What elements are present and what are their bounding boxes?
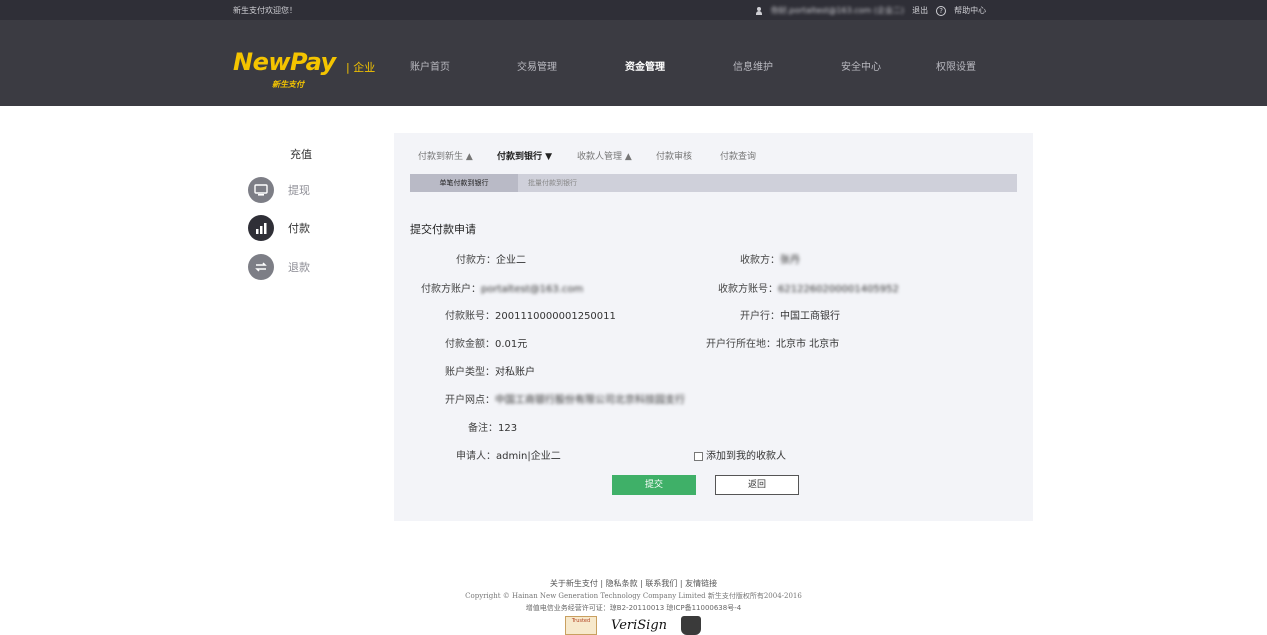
sidebar-item-label: 付款 (288, 222, 310, 235)
nav-funds[interactable]: 资金管理 (625, 58, 665, 73)
footer-license: 增值电信业务经营许可证：琼B2-20110013 琼ICP备11000638号-… (525, 604, 742, 612)
branch-value: 中国工商银行股份有限公司北京科技园支行 (495, 395, 685, 406)
police-shield-icon[interactable] (681, 616, 702, 635)
tab-pay-to-bank[interactable]: 付款到银行 ▼ (497, 149, 552, 162)
account-type-label: 账户类型： (445, 367, 495, 378)
amount-row: 付款金额：0.01元 (445, 335, 527, 350)
amount-label: 付款金额： (445, 339, 495, 350)
payee-account-value: 6212260200001405952 (778, 284, 899, 295)
footer-badges: Trusted VeriSign (565, 616, 702, 635)
sidebar-item-withdraw[interactable]: 提现 (248, 177, 310, 203)
nav-account-home[interactable]: 账户首页 (410, 58, 450, 73)
applicant-value: admin|企业二 (496, 451, 561, 462)
user-greeting: 你好,portaltest@163.com (企业二) (771, 6, 905, 15)
sidebar-item-label: 退款 (288, 261, 310, 274)
logo-subtitle: 新生支付 (272, 80, 304, 89)
payee-value: 张丹 (780, 255, 800, 266)
main-header: NewPay 新生支付 | 企业 账户首页 交易管理 资金管理 信息维护 安全中… (0, 20, 1267, 106)
subtab-batch-payment[interactable]: 批量付款到银行 (528, 174, 577, 192)
pay-account-value: 2001110000001250011 (495, 311, 616, 322)
payee-label: 收款方： (740, 255, 780, 266)
refund-icon (248, 254, 274, 280)
tab-payment-query[interactable]: 付款查询 (720, 149, 756, 162)
payer-label: 付款方： (456, 255, 496, 266)
nav-security[interactable]: 安全中心 (841, 58, 881, 73)
bank-location-row: 开户行所在地：北京市 北京市 (706, 335, 839, 350)
nav-permissions[interactable]: 权限设置 (936, 58, 976, 73)
payee-account-row: 收款方账号：6212260200001405952 (718, 280, 899, 295)
bank-location-label: 开户行所在地： (706, 339, 776, 350)
remark-label: 备注： (468, 423, 498, 434)
welcome-text: 新生支付欢迎您！ (233, 6, 297, 15)
withdraw-icon (248, 177, 274, 203)
user-icon (755, 6, 763, 15)
amount-value: 0.01元 (495, 339, 528, 350)
payment-chart-icon (248, 215, 274, 241)
footer-copyright: Copyright © Hainan New Generation Techno… (465, 592, 802, 600)
newpay-logo[interactable]: NewPay (233, 48, 336, 76)
branch-row: 开户网点：中国工商银行股份有限公司北京科技园支行 (445, 391, 685, 406)
branch-label: 开户网点： (445, 395, 495, 406)
add-payee-label: 添加到我的收款人 (706, 451, 786, 462)
pay-account-label: 付款账号： (445, 311, 495, 322)
top-bar: 新生支付欢迎您！ 你好,portaltest@163.com (企业二) 退出 … (0, 0, 1267, 20)
add-payee-row[interactable]: 添加到我的收款人 (694, 447, 786, 462)
payer-account-value: portaltest@163.com (481, 284, 584, 295)
bank-location-value: 北京市 北京市 (776, 339, 840, 350)
add-payee-checkbox[interactable] (694, 451, 703, 461)
bank-value: 中国工商银行 (780, 311, 840, 322)
payee-account-label: 收款方账号： (718, 284, 778, 295)
payer-row: 付款方：企业二 (456, 251, 526, 266)
sidebar-item-payment[interactable]: 付款 (248, 215, 310, 241)
subtab-single-payment[interactable]: 单笔付款到银行 (410, 174, 518, 192)
logout-link[interactable]: 退出 (912, 5, 928, 16)
applicant-label: 申请人： (456, 451, 496, 462)
applicant-row: 申请人：admin|企业二 (456, 447, 561, 462)
nav-transaction[interactable]: 交易管理 (517, 58, 557, 73)
account-type-value: 对私账户 (495, 367, 535, 378)
payer-account-row: 付款方账户：portaltest@163.com (421, 280, 583, 295)
payee-row: 收款方：张丹 (740, 251, 800, 266)
help-icon[interactable]: ? (936, 5, 947, 16)
verisign-badge[interactable]: VeriSign (611, 618, 667, 633)
sidebar-item-recharge[interactable]: 充值 (290, 146, 312, 162)
remark-value: 123 (498, 423, 518, 434)
help-center-link[interactable]: 帮助中心 (954, 5, 986, 16)
nav-info[interactable]: 信息维护 (733, 58, 773, 73)
form-title: 提交付款申请 (410, 223, 476, 236)
payer-account-label: 付款方账户： (421, 284, 481, 295)
sidebar-item-refund[interactable]: 退款 (248, 254, 310, 280)
payer-value: 企业二 (496, 255, 526, 266)
back-button[interactable]: 返回 (715, 475, 799, 495)
subtab-bar: 单笔付款到银行 批量付款到银行 (410, 174, 1017, 192)
top-bar-right: 你好,portaltest@163.com (企业二) 退出 ? 帮助中心 (755, 5, 986, 16)
account-type-row: 账户类型：对私账户 (445, 363, 535, 378)
tab-payment-review[interactable]: 付款审核 (656, 149, 692, 162)
logo-enterprise: | 企业 (346, 61, 376, 74)
tab-pay-to-newpay[interactable]: 付款到新生 ▲ (418, 149, 473, 162)
remark-row: 备注：123 (468, 419, 517, 434)
tab-payee-management[interactable]: 收款人管理 ▲ (577, 149, 632, 162)
footer-links[interactable]: 关于新生支付 | 隐私条款 | 联系我们 | 友情链接 (0, 578, 1267, 589)
sidebar-item-label: 提现 (288, 184, 310, 197)
bank-row: 开户行：中国工商银行 (740, 307, 840, 322)
submit-button[interactable]: 提交 (612, 475, 696, 495)
bank-label: 开户行： (740, 311, 780, 322)
trusted-badge[interactable]: Trusted (565, 616, 597, 635)
pay-account-row: 付款账号：2001110000001250011 (445, 307, 616, 322)
